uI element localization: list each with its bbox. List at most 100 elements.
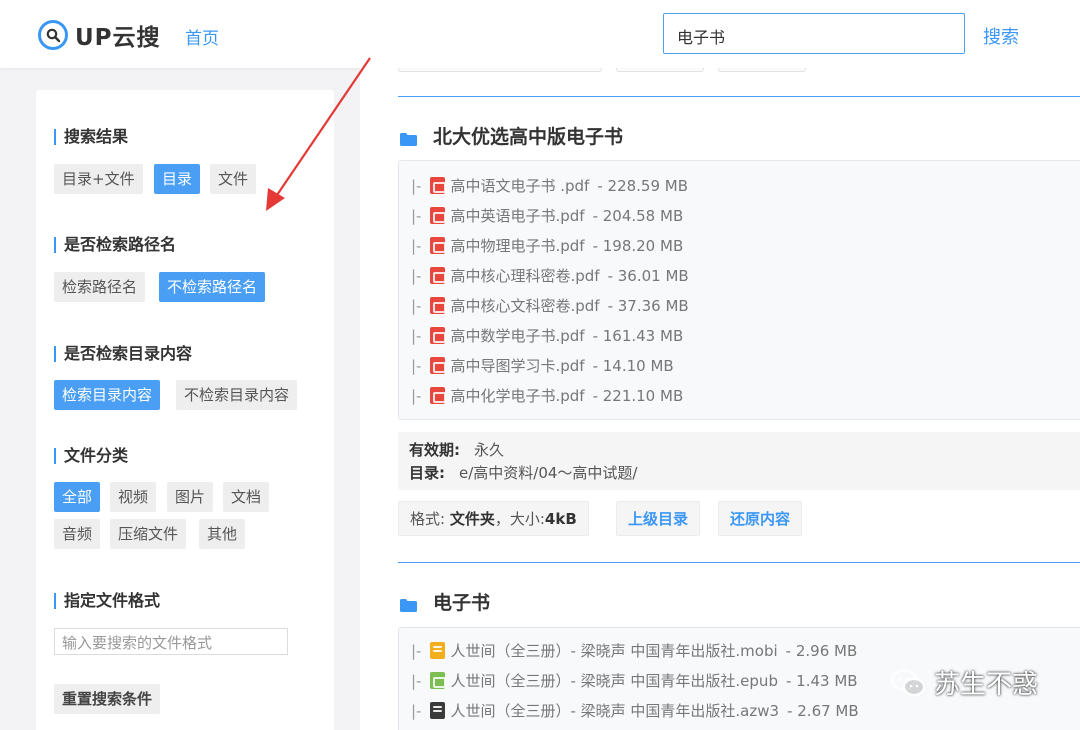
pdf-icon: [430, 207, 447, 224]
option-no-search-path[interactable]: 不检索路径名: [159, 272, 266, 302]
search-input[interactable]: 电子书: [663, 13, 965, 54]
tree-prefix: |-: [411, 356, 422, 375]
prev-result-tag: [718, 68, 806, 72]
file-row[interactable]: |- 高中物理电子书.pdf - 198.20 MB: [411, 235, 683, 256]
category-all[interactable]: 全部: [54, 482, 101, 512]
wechat-icon: [890, 668, 926, 696]
category-other[interactable]: 其他: [199, 519, 246, 549]
file-list: |- 高中语文电子书 .pdf - 228.59 MB |- 高中英语电子书.pdf -…: [398, 160, 1080, 420]
file-row[interactable]: |- 高中核心理科密卷.pdf - 36.01 MB: [411, 265, 689, 286]
option-dir-and-file[interactable]: 目录+文件: [54, 164, 143, 194]
option-file[interactable]: 文件: [210, 164, 257, 194]
file-name: 人世间（全三册）- 梁晓声 中国青年出版社.mobi: [450, 642, 778, 660]
option-no-search-dir-content[interactable]: 不检索目录内容: [176, 380, 298, 410]
directory-label: 目录:: [409, 464, 445, 482]
format-size-tag: 格式: 文件夹，大小:4kB: [398, 501, 589, 536]
pdf-icon: [430, 357, 447, 374]
pdf-icon: [430, 387, 447, 404]
file-name: 高中导图学习卡.pdf: [450, 357, 585, 375]
pdf-icon: [430, 297, 447, 314]
watermark: 苏生不惑: [890, 664, 1038, 701]
option-search-dir-content[interactable]: 检索目录内容: [54, 380, 161, 410]
prev-result-tag: [616, 68, 704, 72]
tree-prefix: |-: [411, 701, 422, 720]
tree-prefix: |-: [411, 671, 422, 690]
option-search-path[interactable]: 检索路径名: [54, 272, 146, 302]
search-logo-icon: [38, 20, 68, 50]
file-row[interactable]: |- 高中数学电子书.pdf - 161.43 MB: [411, 325, 683, 346]
file-size: - 37.36 MB: [607, 296, 689, 315]
file-name: 高中数学电子书.pdf: [450, 327, 585, 345]
size-value: 4kB: [544, 510, 577, 528]
tree-prefix: |-: [411, 176, 422, 195]
epub-icon: [430, 672, 447, 689]
section-title-dir-content: 是否检索目录内容: [54, 346, 192, 362]
file-size: - 2.67 MB: [787, 701, 859, 720]
result-divider: [398, 96, 1080, 97]
category-document[interactable]: 文档: [223, 482, 270, 512]
category-video[interactable]: 视频: [110, 482, 157, 512]
category-archive[interactable]: 压缩文件: [110, 519, 187, 549]
parent-directory-link[interactable]: 上级目录: [616, 501, 701, 536]
file-size: - 2.96 MB: [785, 641, 858, 660]
directory-value: e/高中资料/04～高中试题/: [459, 464, 638, 482]
file-row[interactable]: |- 人世间（全三册）- 梁晓声 中国青年出版社.azw3 - 2.67 MB: [411, 700, 859, 721]
site-logo[interactable]: UP云搜: [38, 18, 161, 52]
file-name: 高中英语电子书.pdf: [450, 207, 585, 225]
file-name: 高中物理电子书.pdf: [450, 237, 585, 255]
file-name: 高中核心文科密卷.pdf: [450, 297, 600, 315]
option-dir[interactable]: 目录: [154, 164, 201, 194]
results-panel: 北大优选高中版电子书 |- 高中语文电子书 .pdf - 228.59 MB |- 高…: [360, 68, 1080, 730]
file-size: - 1.43 MB: [785, 671, 858, 690]
file-row[interactable]: |- 人世间（全三册）- 梁晓声 中国青年出版社.mobi - 2.96 MB: [411, 640, 857, 661]
reset-filters-button[interactable]: 重置搜索条件: [54, 684, 161, 714]
mobi-icon: [430, 642, 446, 659]
search-button[interactable]: 搜索: [983, 23, 1019, 49]
file-row[interactable]: |- 高中英语电子书.pdf - 204.58 MB: [411, 205, 683, 226]
validity-line: 有效期: 永久: [409, 439, 1080, 462]
restore-content-link[interactable]: 还原内容: [718, 501, 803, 536]
result-meta: 有效期: 永久 目录: e/高中资料/04～高中试题/: [398, 432, 1080, 490]
section-title-result-type: 搜索结果: [54, 129, 128, 145]
result-title[interactable]: 北大优选高中版电子书: [400, 122, 623, 149]
pdf-icon: [430, 267, 447, 284]
result-title-text: 电子书: [433, 592, 491, 614]
file-row[interactable]: |- 高中核心文科密卷.pdf - 37.36 MB: [411, 295, 689, 316]
section-title-file-category: 文件分类: [54, 448, 128, 464]
pdf-icon: [430, 237, 447, 254]
result-title[interactable]: 电子书: [400, 588, 490, 615]
file-format-input[interactable]: 输入要搜索的文件格式: [54, 628, 288, 655]
watermark-text: 苏生不惑: [934, 670, 1039, 700]
result-divider: [398, 562, 1080, 563]
folder-icon: [400, 595, 417, 612]
directory-line: 目录: e/高中资料/04～高中试题/: [409, 462, 1080, 485]
file-row[interactable]: |- 高中化学电子书.pdf - 221.10 MB: [411, 385, 683, 406]
tree-prefix: |-: [411, 296, 422, 315]
file-row[interactable]: |- 高中导图学习卡.pdf - 14.10 MB: [411, 355, 674, 376]
file-row[interactable]: |- 人世间（全三册）- 梁晓声 中国青年出版社.epub - 1.43 MB: [411, 670, 858, 691]
format-value: 文件夹: [449, 510, 495, 528]
nav-home-link[interactable]: 首页: [185, 24, 219, 49]
pdf-icon: [430, 327, 447, 344]
azw3-icon: [430, 702, 446, 719]
file-row[interactable]: |- 高中语文电子书 .pdf - 228.59 MB: [411, 175, 688, 196]
validity-label: 有效期:: [409, 441, 460, 459]
file-name: 人世间（全三册）- 梁晓声 中国青年出版社.epub: [450, 672, 778, 690]
result-title-text: 北大优选高中版电子书: [433, 126, 624, 148]
category-image[interactable]: 图片: [167, 482, 214, 512]
file-size: - 14.10 MB: [592, 356, 674, 375]
tree-prefix: |-: [411, 206, 422, 225]
tree-prefix: |-: [411, 641, 422, 660]
section-title-path-search: 是否检索路径名: [54, 237, 176, 253]
format-label: 格式:: [410, 510, 446, 528]
folder-icon: [400, 129, 417, 146]
category-audio[interactable]: 音频: [54, 519, 101, 549]
file-size: - 228.59 MB: [597, 176, 689, 195]
file-size: - 36.01 MB: [607, 266, 689, 285]
tree-prefix: |-: [411, 386, 422, 405]
file-name: 高中核心理科密卷.pdf: [450, 267, 600, 285]
filter-sidebar: 搜索结果 目录+文件 目录 文件 是否检索路径名 检索路径名 不检索路径名 是否…: [36, 90, 334, 730]
prev-result-tag: [398, 68, 602, 72]
file-size: - 161.43 MB: [592, 326, 684, 345]
tree-prefix: |-: [411, 236, 422, 255]
